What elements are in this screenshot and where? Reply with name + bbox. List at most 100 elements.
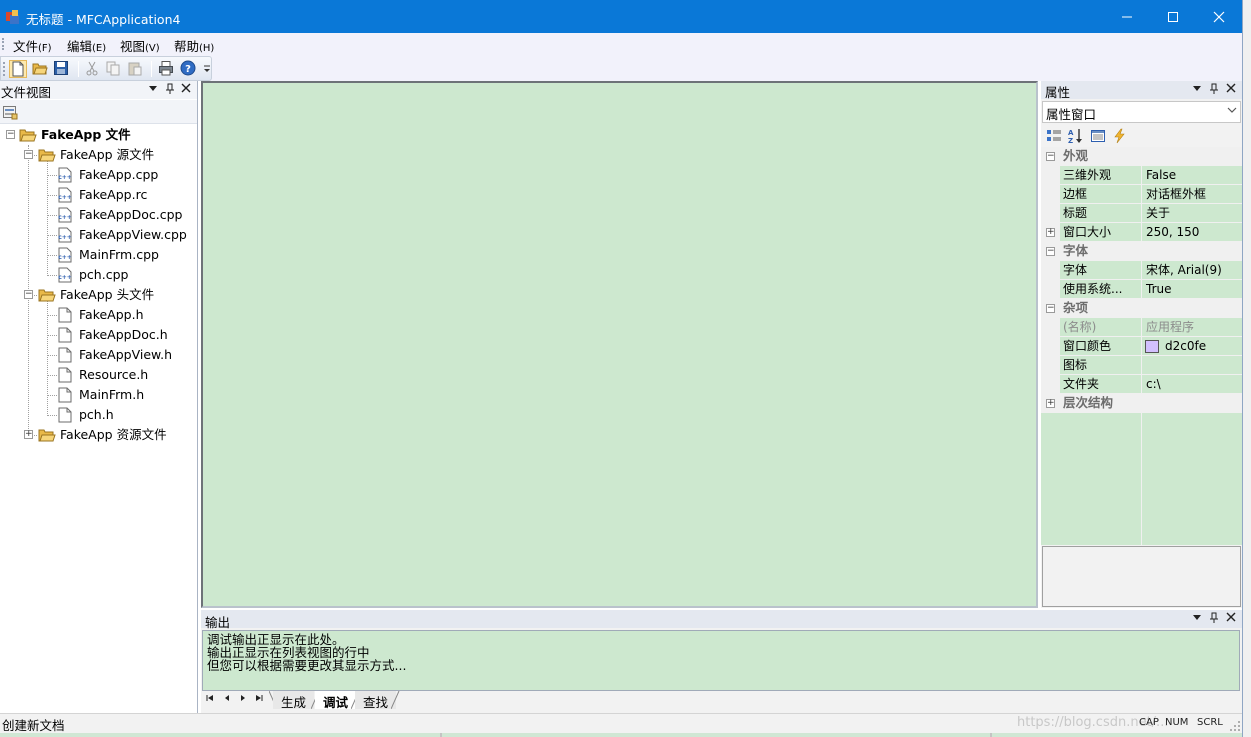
tree-item-file[interactable]: FakeApp.h (0, 305, 197, 325)
pin-icon[interactable] (165, 83, 175, 99)
tree-item-file[interactable]: c++ FakeAppDoc.cpp (0, 205, 197, 225)
property-value[interactable]: 对话框外框 (1146, 185, 1206, 203)
print-button[interactable] (158, 60, 176, 78)
toolbar-grip[interactable] (3, 62, 5, 76)
property-pages-icon[interactable] (1090, 128, 1106, 144)
about-button[interactable]: ? (180, 60, 198, 78)
next-tab-icon[interactable] (239, 694, 247, 704)
category-hierarchy[interactable]: + 层次结构 (1041, 394, 1242, 413)
property-row[interactable]: 三维外观 False (1041, 166, 1242, 185)
menubar-grip[interactable] (2, 38, 4, 50)
menu-help[interactable]: 帮助(H) (174, 36, 214, 55)
chevron-down-icon[interactable] (1227, 105, 1237, 118)
copy-button[interactable] (105, 60, 123, 78)
property-row[interactable]: 图标 (1041, 356, 1242, 375)
tree-item-file[interactable]: c++ MainFrm.cpp (0, 245, 197, 265)
close-button[interactable] (1196, 0, 1242, 33)
menu-edit[interactable]: 编辑(E) (67, 36, 106, 55)
pin-icon[interactable] (1209, 612, 1219, 628)
property-value[interactable]: 宋体, Arial(9) (1146, 261, 1222, 279)
tree-item-resource-folder[interactable]: + FakeApp 资源文件 (0, 425, 197, 445)
property-row[interactable]: + 窗口大小 250, 150 (1041, 223, 1242, 242)
property-row[interactable]: 标题 关于 (1041, 204, 1242, 223)
pane-close-icon[interactable] (1226, 83, 1236, 97)
tree-connector (48, 375, 57, 376)
tree-item-header-folder[interactable]: − FakeApp 头文件 (0, 285, 197, 305)
property-value[interactable]: d2c0fe (1165, 337, 1206, 355)
property-row[interactable]: 文件夹 c:\ (1041, 375, 1242, 394)
output-list[interactable]: 调试输出正显示在此处。 输出正显示在列表视图的行中 但您可以根据需要更改其显示方… (202, 630, 1240, 691)
collapse-icon[interactable]: − (24, 290, 33, 299)
expand-icon[interactable]: + (1046, 228, 1055, 237)
save-button[interactable] (53, 60, 71, 78)
property-value[interactable]: 关于 (1146, 204, 1170, 222)
status-text: 创建新文档 (2, 718, 65, 733)
tree-item-source-folder[interactable]: − FakeApp 源文件 (0, 145, 197, 165)
tree-item-root[interactable]: − FakeApp 文件 (0, 125, 197, 145)
tab-debug[interactable]: 调试 (315, 691, 357, 710)
color-swatch[interactable] (1145, 340, 1159, 353)
paste-icon (128, 62, 142, 76)
tab-build[interactable]: 生成 (273, 691, 315, 710)
property-row[interactable]: 使用系统... True (1041, 280, 1242, 299)
category-font[interactable]: − 字体 (1041, 242, 1242, 261)
collapse-icon[interactable]: − (24, 150, 33, 159)
resize-grip-icon[interactable] (1229, 720, 1241, 732)
tree-item-file[interactable]: FakeAppDoc.h (0, 325, 197, 345)
collapse-icon[interactable]: − (1046, 152, 1055, 161)
pane-dropdown-icon[interactable] (1192, 612, 1202, 626)
document-view[interactable] (201, 81, 1038, 608)
pin-icon[interactable] (1209, 83, 1219, 99)
property-row[interactable]: 窗口颜色 d2c0fe (1041, 337, 1242, 356)
header-file-icon (58, 307, 72, 323)
header-file-icon (58, 367, 72, 383)
first-tab-icon[interactable] (206, 694, 214, 704)
toolbar-overflow-button[interactable] (202, 60, 212, 78)
expand-icon[interactable]: + (1046, 399, 1055, 408)
tree-item-file[interactable]: MainFrm.h (0, 385, 197, 405)
property-value[interactable]: False (1146, 166, 1176, 184)
events-lightning-icon[interactable] (1112, 128, 1128, 144)
property-row[interactable]: 边框 对话框外框 (1041, 185, 1242, 204)
property-value[interactable]: True (1146, 280, 1172, 298)
last-tab-icon[interactable] (255, 694, 263, 704)
pane-dropdown-icon[interactable] (148, 83, 158, 97)
tree-item-file[interactable]: Resource.h (0, 365, 197, 385)
new-button[interactable] (9, 60, 27, 78)
sort-alphabetical-icon[interactable]: AZ (1068, 128, 1084, 144)
properties-icon[interactable] (2, 104, 18, 120)
tab-find[interactable]: 查找 (355, 691, 397, 710)
open-button[interactable] (32, 60, 50, 78)
category-misc[interactable]: − 杂项 (1041, 299, 1242, 318)
cut-button[interactable] (84, 60, 102, 78)
categorized-icon[interactable] (1046, 128, 1062, 144)
collapse-icon[interactable]: − (1046, 247, 1055, 256)
cut-icon (86, 61, 98, 76)
tree-item-file[interactable]: c++ FakeApp.rc (0, 185, 197, 205)
collapse-icon[interactable]: − (1046, 304, 1055, 313)
tree-item-file[interactable]: c++ FakeApp.cpp (0, 165, 197, 185)
menu-view[interactable]: 视图(V) (120, 36, 160, 55)
paste-button[interactable] (127, 60, 145, 78)
maximize-button[interactable] (1150, 0, 1196, 33)
menu-file[interactable]: 文件(F) (13, 36, 52, 55)
tree-item-file[interactable]: c++ FakeAppView.cpp (0, 225, 197, 245)
svg-text:?: ? (185, 64, 191, 75)
pane-close-icon[interactable] (1226, 612, 1236, 626)
category-appearance[interactable]: − 外观 (1041, 147, 1242, 166)
property-row[interactable]: (名称) 应用程序 (1041, 318, 1242, 337)
pane-dropdown-icon[interactable] (1192, 83, 1202, 97)
properties-object-combo[interactable]: 属性窗口 (1042, 101, 1241, 123)
tree-item-file[interactable]: FakeAppView.h (0, 345, 197, 365)
expand-icon[interactable]: + (24, 430, 33, 439)
property-value[interactable]: c:\ (1146, 375, 1161, 393)
minimize-button[interactable] (1104, 0, 1150, 33)
collapse-icon[interactable]: − (6, 130, 15, 139)
tree-item-file[interactable]: c++ pch.cpp (0, 265, 197, 285)
previous-tab-icon[interactable] (223, 694, 231, 704)
property-row[interactable]: 字体 宋体, Arial(9) (1041, 261, 1242, 280)
tree-item-file[interactable]: pch.h (0, 405, 197, 425)
pane-close-icon[interactable] (181, 83, 191, 97)
property-value[interactable]: 250, 150 (1146, 223, 1199, 241)
title-bar[interactable]: 无标题 - MFCApplication4 (0, 0, 1242, 33)
